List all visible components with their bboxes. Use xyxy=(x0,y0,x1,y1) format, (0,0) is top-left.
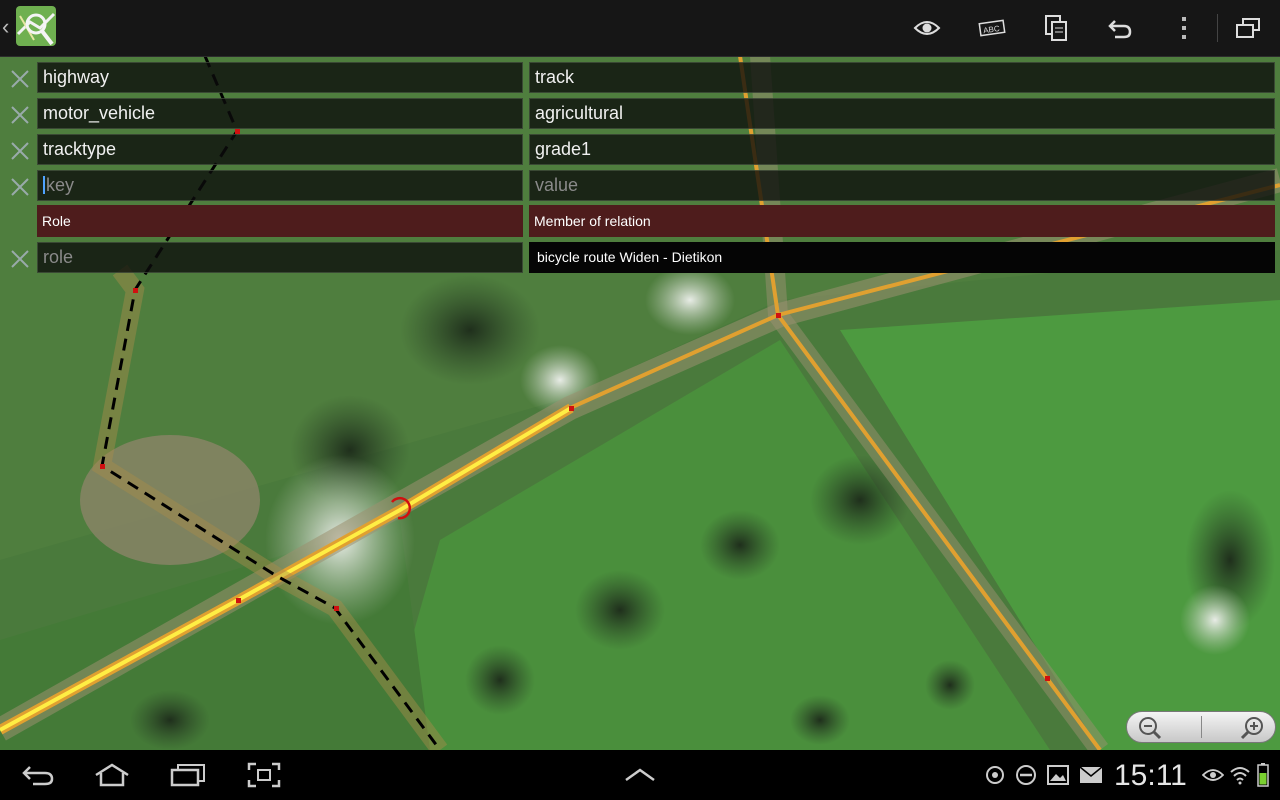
tree-cluster xyxy=(790,695,850,745)
tree-cluster xyxy=(925,660,975,710)
spellcheck-abc-icon[interactable]: ABC xyxy=(974,10,1010,46)
system-navigation-bar: 15:11 xyxy=(0,750,1280,800)
battery-icon xyxy=(1256,760,1270,790)
key-placeholder: key xyxy=(46,175,75,195)
tag-key-field[interactable]: motor_vehicle xyxy=(37,98,523,129)
overflow-menu-icon[interactable] xyxy=(1166,10,1202,46)
tree-cluster xyxy=(400,275,540,385)
node[interactable] xyxy=(334,606,339,611)
app-logo-icon[interactable] xyxy=(14,4,60,50)
node[interactable] xyxy=(133,288,138,293)
blossom-tree xyxy=(645,265,735,335)
tag-value-field[interactable]: track xyxy=(529,62,1275,93)
tag-row: tracktype grade1 xyxy=(0,133,1280,166)
copy-icon[interactable] xyxy=(1038,10,1074,46)
back-icon[interactable] xyxy=(20,760,56,790)
tree-cluster xyxy=(465,645,535,715)
node[interactable] xyxy=(236,598,241,603)
delete-relation-icon[interactable] xyxy=(8,247,32,271)
recent-apps-icon[interactable] xyxy=(168,760,208,790)
undo-icon[interactable] xyxy=(1102,10,1138,46)
tree-cluster xyxy=(575,570,665,650)
new-tag-row: key value xyxy=(0,169,1280,202)
role-header: Role xyxy=(37,205,523,237)
relation-spinner[interactable]: bicycle route Widen - Dietikon xyxy=(529,242,1275,273)
delete-tag-icon[interactable] xyxy=(8,139,32,163)
node[interactable] xyxy=(100,464,105,469)
gps-icon xyxy=(983,760,1007,790)
tree-cluster xyxy=(130,690,210,750)
status-clock: 15:11 xyxy=(1114,759,1187,792)
delete-tag-icon[interactable] xyxy=(8,103,32,127)
text-cursor xyxy=(43,175,45,194)
delete-tag-icon[interactable] xyxy=(8,175,32,199)
action-bar: ‹ ABC xyxy=(0,0,1280,57)
zoom-out-icon[interactable] xyxy=(1131,714,1171,740)
member-of-relation-header: Member of relation xyxy=(529,205,1275,237)
node[interactable] xyxy=(1045,676,1050,681)
tag-key-field[interactable]: highway xyxy=(37,62,523,93)
up-navigation-icon[interactable]: ‹ xyxy=(2,14,9,40)
tag-key-field[interactable]: tracktype xyxy=(37,134,523,165)
tag-value-field[interactable]: grade1 xyxy=(529,134,1275,165)
email-icon xyxy=(1078,760,1104,790)
blossom-tree xyxy=(1180,585,1250,655)
tag-row: motor_vehicle agricultural xyxy=(0,97,1280,130)
role-input[interactable]: role xyxy=(37,242,523,273)
zoom-separator xyxy=(1201,716,1202,738)
tag-value-field[interactable]: agricultural xyxy=(529,98,1275,129)
up-chevron-icon[interactable] xyxy=(622,760,658,790)
node[interactable] xyxy=(569,406,574,411)
do-not-disturb-icon xyxy=(1014,760,1038,790)
delete-tag-icon[interactable] xyxy=(8,67,32,91)
window-icon[interactable] xyxy=(1230,10,1266,46)
zoom-in-icon[interactable] xyxy=(1231,714,1271,740)
gallery-icon xyxy=(1046,760,1070,790)
node[interactable] xyxy=(776,313,781,318)
tag-row: highway track xyxy=(0,61,1280,94)
wifi-icon xyxy=(1228,760,1252,790)
eye-icon xyxy=(1201,760,1225,790)
zoom-controls xyxy=(1126,711,1276,743)
screenshot-icon[interactable] xyxy=(245,760,283,790)
action-bar-divider xyxy=(1217,14,1218,42)
new-key-input[interactable]: key xyxy=(37,170,523,201)
tree-cluster xyxy=(700,510,780,580)
eye-icon[interactable] xyxy=(909,10,945,46)
new-value-input[interactable]: value xyxy=(529,170,1275,201)
home-icon[interactable] xyxy=(90,760,134,790)
